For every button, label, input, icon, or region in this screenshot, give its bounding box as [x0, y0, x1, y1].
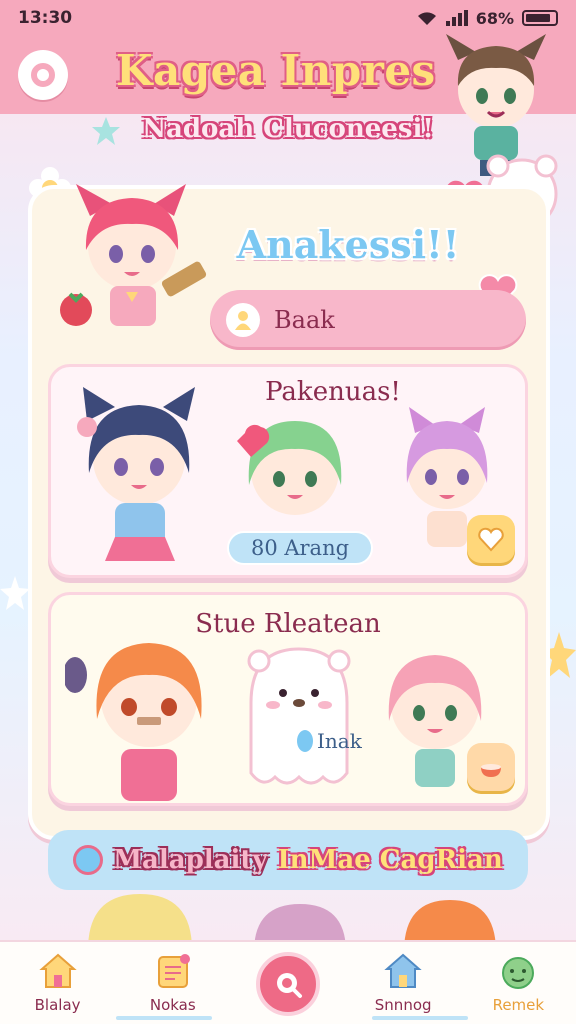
notes-icon: [152, 950, 194, 992]
star-icon: [0, 576, 30, 610]
status-icons: 68%: [416, 9, 558, 28]
status-time: 13:30: [18, 8, 73, 28]
section-title: Anakessi!!: [236, 222, 460, 267]
menu-button[interactable]: [18, 50, 68, 100]
food-button[interactable]: [467, 743, 515, 791]
character-card-2[interactable]: Stue Rleatean Inak: [48, 592, 528, 806]
count-badge: 80 Arang: [227, 531, 373, 565]
search-icon: [255, 952, 320, 1016]
search-bar[interactable]: Baak: [210, 290, 526, 350]
favorite-button[interactable]: [467, 515, 515, 563]
nav-label: Blalay: [34, 996, 81, 1014]
nav-label: Snnnog: [374, 996, 432, 1014]
banner-text-primary: Malaplaity: [113, 845, 268, 875]
nav-label: Remek: [492, 996, 545, 1014]
white-ghost-bear-character[interactable]: [239, 643, 359, 793]
character-card-1[interactable]: Pakenuas! 80 Arang: [48, 364, 528, 578]
orange-hair-girl-character[interactable]: [65, 625, 225, 805]
battery-icon: [522, 10, 558, 26]
signal-icon: [445, 10, 468, 26]
bowl-icon: [481, 764, 501, 777]
nav-active-indicator: [372, 1016, 468, 1020]
heart-icon: [478, 527, 504, 552]
nav-label: Nokas: [149, 996, 196, 1014]
ghost-label-text: Inak: [317, 729, 362, 753]
nav-item-notes[interactable]: Nokas: [123, 950, 223, 1014]
nav-active-indicator: [116, 1016, 212, 1020]
globe-icon: [73, 845, 104, 875]
bottom-navigation: Blalay Nokas Snnnog Remek: [0, 940, 576, 1024]
search-person-icon: [226, 303, 260, 337]
battery-percent: 68%: [475, 8, 514, 28]
menu-ring-icon: [31, 63, 55, 87]
blue-dot-icon: [297, 730, 313, 752]
category-banner[interactable]: Malaplaity InMae CagRian: [48, 830, 528, 890]
app-title: Kagea Inpres: [116, 46, 436, 95]
app-subtitle: Nadoah Cluconeesi!: [142, 114, 434, 144]
star-icon: [92, 117, 120, 145]
nav-item-profile[interactable]: Remek: [468, 950, 568, 1014]
house-icon: [382, 950, 424, 992]
nav-item-home[interactable]: Blalay: [8, 950, 108, 1014]
nav-item-search[interactable]: [238, 950, 338, 1016]
nav-item-house[interactable]: Snnnog: [353, 950, 453, 1014]
navy-hair-girl-character[interactable]: [65, 381, 215, 571]
banner-text-secondary: InMae CagRian: [277, 845, 503, 875]
face-icon: [497, 950, 539, 992]
home-icon: [37, 950, 79, 992]
wifi-icon: [417, 12, 436, 25]
ghost-label: Inak: [297, 729, 362, 753]
search-input[interactable]: Baak: [274, 306, 335, 334]
green-hair-character[interactable]: [231, 413, 361, 533]
